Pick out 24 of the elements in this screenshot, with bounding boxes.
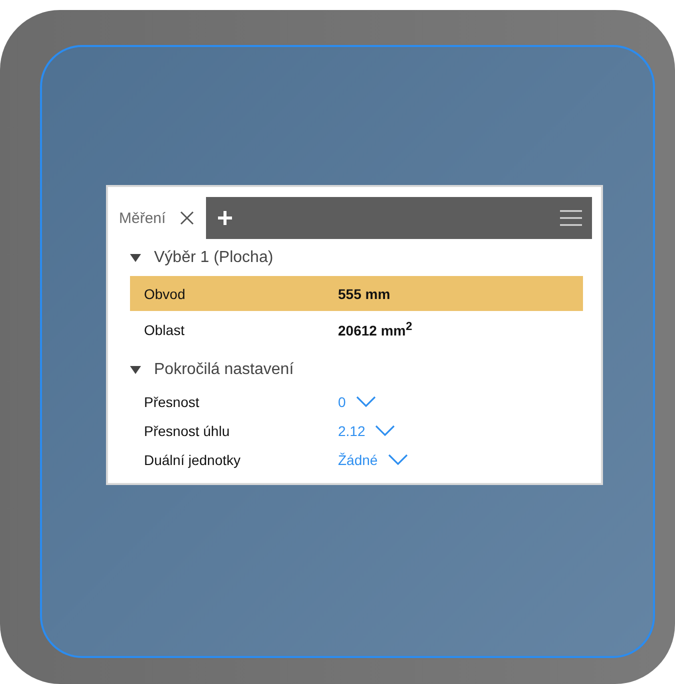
chevron-down-icon[interactable]	[375, 425, 396, 436]
chevron-down-icon[interactable]	[388, 454, 408, 465]
tab-label[interactable]: Měření	[119, 210, 166, 226]
expanded-triangle-icon[interactable]	[130, 253, 142, 263]
plus-icon[interactable]	[218, 211, 232, 225]
chevron-down-icon[interactable]	[356, 396, 376, 407]
row-value: 20612 mm$^{2}$	[338, 320, 412, 339]
close-icon[interactable]	[180, 211, 194, 225]
result-row[interactable]: Oblast 20612 mm$^{2}$	[130, 312, 583, 347]
setting-dropdown[interactable]: 0	[338, 394, 376, 410]
setting-dropdown[interactable]: Žádné	[338, 452, 408, 468]
row-label: Obvod	[144, 286, 186, 302]
row-value: 555 mm	[338, 286, 390, 302]
expanded-triangle-icon[interactable]	[130, 365, 142, 375]
setting-label: Duální jednotky	[144, 452, 242, 468]
section-title: Pokročilá nastavení	[154, 361, 294, 379]
result-row[interactable]: Obvod 555 mm	[130, 276, 583, 311]
menu-icon[interactable]	[560, 210, 582, 226]
setting-label: Přesnost	[144, 394, 200, 410]
setting-dropdown[interactable]: 2.12	[338, 422, 396, 438]
setting-label: Přesnost úhlu	[144, 422, 231, 438]
section-title: Výběr 1 (Plocha)	[154, 249, 274, 267]
tab[interactable]: Měření	[113, 197, 206, 239]
row-label: Oblast	[144, 322, 186, 338]
